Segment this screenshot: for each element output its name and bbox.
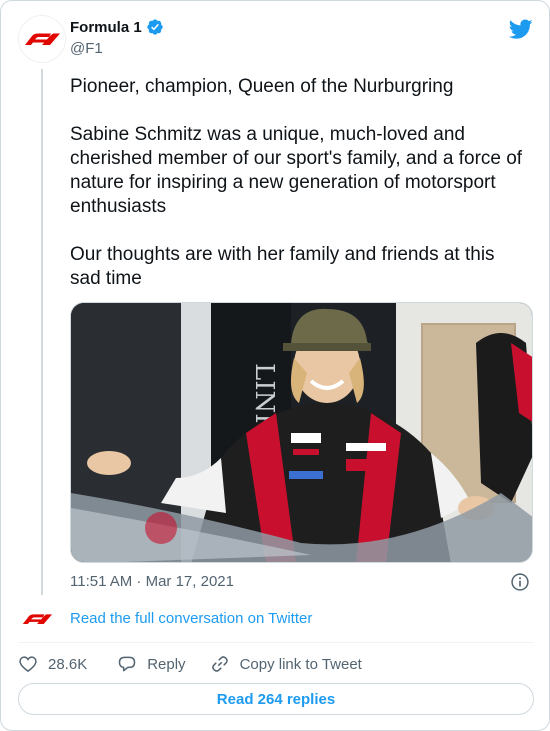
tweet-text: Pioneer, champion, Queen of the Nurburgr… <box>70 75 530 315</box>
tweet-paragraph: Sabine Schmitz was a unique, much-loved … <box>70 124 523 217</box>
author-avatar[interactable] <box>18 15 66 63</box>
f1-logo-icon <box>25 33 60 45</box>
tweet-timestamp[interactable]: 11:51 AM · Mar 17, 2021 <box>70 573 234 590</box>
author-handle[interactable]: @F1 <box>70 40 103 57</box>
info-icon[interactable] <box>510 572 530 592</box>
reply-label: Reply <box>147 655 186 673</box>
copy-link-button[interactable]: Copy link to Tweet <box>210 654 362 674</box>
link-icon <box>211 656 228 672</box>
photo-illustration: LINK-FA <box>71 303 532 562</box>
twitter-bird-icon[interactable] <box>509 17 533 41</box>
read-replies-button[interactable]: Read 264 replies <box>18 683 534 715</box>
copy-link-label: Copy link to Tweet <box>239 655 362 673</box>
reply-bubble-icon <box>118 656 136 672</box>
conversation-avatar <box>18 605 56 633</box>
tweet-actions: 28.6K Reply Copy link to Tweet <box>18 653 362 675</box>
divider <box>18 642 534 643</box>
reply-button[interactable]: Reply <box>117 654 186 674</box>
thread-line <box>41 69 43 595</box>
tweet-paragraph: Our thoughts are with her family and fri… <box>70 244 495 289</box>
f1-logo-icon <box>22 614 52 624</box>
like-button[interactable]: 28.6K <box>18 654 87 674</box>
conversation-link[interactable]: Read the full conversation on Twitter <box>70 610 312 627</box>
tweet-card: Formula 1 @F1 Pioneer, champion, Queen o… <box>0 0 550 731</box>
tweet-paragraph: Pioneer, champion, Queen of the Nurburgr… <box>70 76 454 97</box>
tweet-photo[interactable]: LINK-FA <box>70 302 533 563</box>
author-display-name[interactable]: Formula 1 <box>70 19 142 36</box>
heart-icon <box>19 656 37 673</box>
read-full-conversation[interactable]: Read the full conversation on Twitter <box>18 605 534 633</box>
verified-badge-icon <box>147 19 163 35</box>
like-count: 28.6K <box>48 655 88 673</box>
